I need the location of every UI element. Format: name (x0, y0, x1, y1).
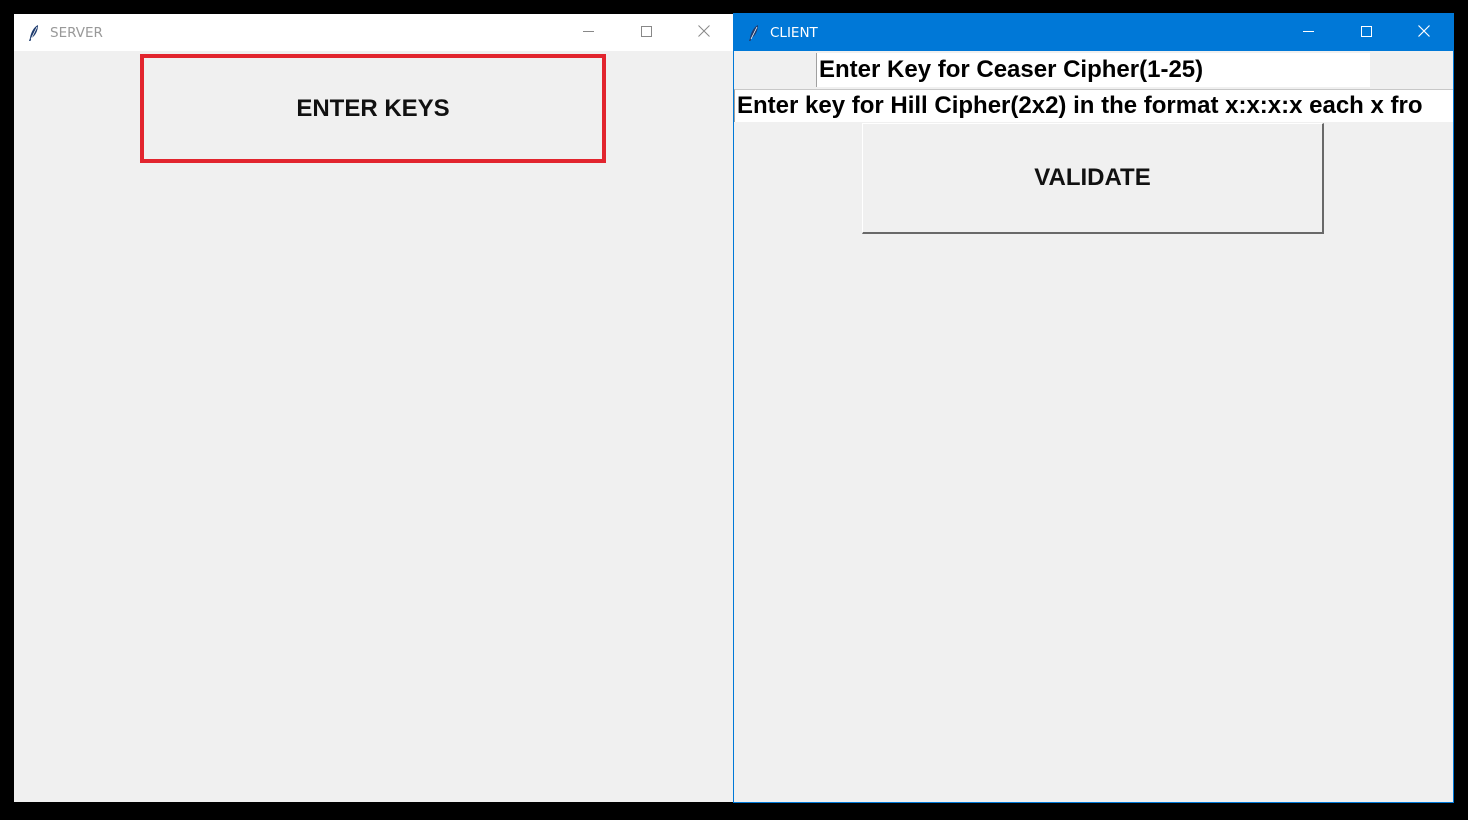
maximize-icon (1360, 24, 1372, 42)
server-window: SERVER ENTER KEYS (14, 14, 733, 802)
window-title: SERVER (50, 24, 103, 41)
close-icon (1418, 24, 1430, 42)
minimize-button[interactable] (559, 14, 617, 51)
title-bar[interactable]: SERVER (14, 14, 733, 51)
hill-key-input[interactable] (734, 89, 1453, 122)
client-window: CLIENT VALIDATE (733, 13, 1454, 803)
maximize-button[interactable] (617, 14, 675, 51)
maximize-button[interactable] (1337, 14, 1395, 51)
enter-keys-button[interactable]: ENTER KEYS (140, 54, 606, 163)
maximize-icon (640, 24, 652, 42)
minimize-button[interactable] (1279, 14, 1337, 51)
caesar-key-input[interactable] (816, 53, 1370, 87)
validate-button[interactable]: VALIDATE (862, 123, 1324, 234)
feather-icon (26, 24, 42, 42)
minimize-icon (1302, 24, 1314, 42)
close-button[interactable] (1395, 14, 1453, 51)
close-icon (698, 24, 710, 42)
minimize-icon (582, 24, 594, 42)
server-content: ENTER KEYS (14, 51, 733, 802)
window-title: CLIENT (770, 24, 818, 41)
title-bar[interactable]: CLIENT (734, 14, 1453, 51)
feather-icon (746, 24, 762, 42)
client-content: VALIDATE (734, 51, 1453, 802)
close-button[interactable] (675, 14, 733, 51)
